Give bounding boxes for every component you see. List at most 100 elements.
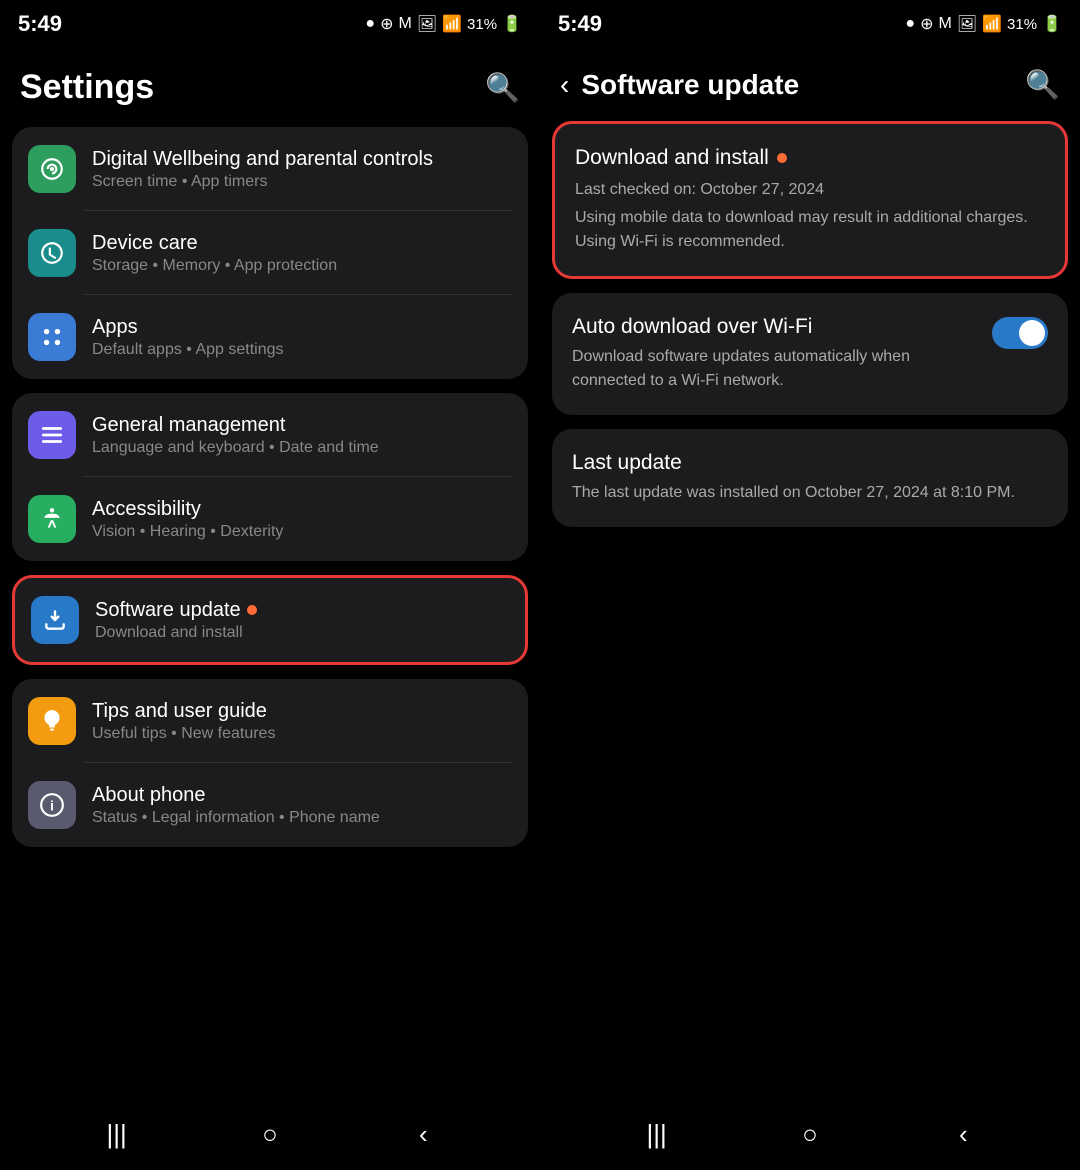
right-battery: 31% xyxy=(1007,16,1037,33)
accessibility-item[interactable]: Accessibility Vision • Hearing • Dexteri… xyxy=(12,477,528,561)
last-update-desc: The last update was installed on October… xyxy=(572,481,1048,505)
software-update-dot xyxy=(247,605,257,615)
settings-title: Settings xyxy=(20,68,154,107)
software-update-card[interactable]: Software update Download and install xyxy=(12,575,528,665)
settings-card-1: Digital Wellbeing and parental controls … xyxy=(12,127,528,379)
accessibility-text: Accessibility Vision • Hearing • Dexteri… xyxy=(92,498,512,541)
sim-icon: ● xyxy=(365,15,375,33)
tips-name: Tips and user guide xyxy=(92,700,512,723)
battery-icon: 🔋 xyxy=(502,14,522,34)
toggle-knob xyxy=(1019,320,1045,346)
left-back-btn[interactable]: ‹ xyxy=(398,1109,448,1159)
auto-download-text-block: Auto download over Wi-Fi Download softwa… xyxy=(572,315,980,393)
left-panel: Settings 🔍 Digital Wellbeing and parenta… xyxy=(0,48,540,1098)
digital-wellbeing-name: Digital Wellbeing and parental controls xyxy=(92,148,512,171)
accessibility-icon xyxy=(28,495,76,543)
about-phone-icon: i xyxy=(28,781,76,829)
tips-icon xyxy=(28,697,76,745)
download-install-desc1: Last checked on: October 27, 2024 xyxy=(575,178,1045,202)
apps-text: Apps Default apps • App settings xyxy=(92,316,512,359)
digital-wellbeing-icon xyxy=(28,145,76,193)
right-search-icon[interactable]: 🔍 xyxy=(1025,68,1060,101)
digital-wellbeing-text: Digital Wellbeing and parental controls … xyxy=(92,148,512,191)
general-management-sub: Language and keyboard • Date and time xyxy=(92,439,512,457)
software-update-text: Software update Download and install xyxy=(95,599,509,642)
right-img-icon: 🖼 xyxy=(957,14,977,34)
left-status-icons: ● ⊕ M 🖼 📶 31% 🔋 xyxy=(365,14,522,34)
accessibility-name: Accessibility xyxy=(92,498,512,521)
tips-text: Tips and user guide Useful tips • New fe… xyxy=(92,700,512,743)
right-time: 5:49 xyxy=(558,11,602,37)
digital-wellbeing-item[interactable]: Digital Wellbeing and parental controls … xyxy=(12,127,528,211)
left-time: 5:49 xyxy=(18,11,62,37)
svg-text:i: i xyxy=(50,797,54,813)
general-management-item[interactable]: General management Language and keyboard… xyxy=(12,393,528,477)
right-panel: ‹ Software update 🔍 Download and install… xyxy=(540,48,1080,1098)
auto-download-title: Auto download over Wi-Fi xyxy=(572,315,980,339)
auto-download-toggle[interactable] xyxy=(992,317,1048,349)
device-care-item[interactable]: Device care Storage • Memory • App prote… xyxy=(12,211,528,295)
auto-download-desc: Download software updates automatically … xyxy=(572,345,980,393)
right-home-btn[interactable]: ○ xyxy=(785,1109,835,1159)
apps-sub: Default apps • App settings xyxy=(92,341,512,359)
about-phone-name: About phone xyxy=(92,784,512,807)
device-care-text: Device care Storage • Memory • App prote… xyxy=(92,232,512,275)
right-wifi-icon: 📶 xyxy=(982,14,1002,34)
right-notif-icon: ⊕ xyxy=(920,14,933,34)
right-status-icons: ● ⊕ M 🖼 📶 31% 🔋 xyxy=(905,14,1062,34)
apps-name: Apps xyxy=(92,316,512,339)
device-care-sub: Storage • Memory • App protection xyxy=(92,257,512,275)
wifi-icon: 📶 xyxy=(442,14,462,34)
software-update-icon xyxy=(31,596,79,644)
main-content: Settings 🔍 Digital Wellbeing and parenta… xyxy=(0,48,1080,1098)
download-install-card[interactable]: Download and install Last checked on: Oc… xyxy=(552,121,1068,279)
notification-icon: ⊕ xyxy=(380,14,393,34)
settings-header: Settings 🔍 xyxy=(12,58,528,127)
accessibility-sub: Vision • Hearing • Dexterity xyxy=(92,523,512,541)
download-install-title: Download and install xyxy=(575,146,1045,170)
left-bottom-nav: ||| ○ ‹ xyxy=(0,1098,540,1170)
settings-card-2: General management Language and keyboard… xyxy=(12,393,528,561)
auto-download-header: Auto download over Wi-Fi Download softwa… xyxy=(572,315,1048,393)
software-update-item[interactable]: Software update Download and install xyxy=(15,578,525,662)
device-care-icon xyxy=(28,229,76,277)
right-battery-icon: 🔋 xyxy=(1042,14,1062,34)
status-bar: 5:49 ● ⊕ M 🖼 📶 31% 🔋 5:49 ● ⊕ M 🖼 📶 31% … xyxy=(0,0,1080,48)
settings-card-3: Tips and user guide Useful tips • New fe… xyxy=(12,679,528,847)
about-phone-item[interactable]: i About phone Status • Legal information… xyxy=(12,763,528,847)
right-mail-icon: M xyxy=(938,15,951,33)
mail-icon: M xyxy=(398,15,411,33)
software-update-sub: Download and install xyxy=(95,624,509,642)
about-phone-text: About phone Status • Legal information •… xyxy=(92,784,512,827)
right-status-bar: 5:49 ● ⊕ M 🖼 📶 31% 🔋 xyxy=(540,0,1080,48)
right-sim-icon: ● xyxy=(905,15,915,33)
left-recent-apps-btn[interactable]: ||| xyxy=(92,1109,142,1159)
right-back-btn[interactable]: ‹ xyxy=(938,1109,988,1159)
left-status-bar: 5:49 ● ⊕ M 🖼 📶 31% 🔋 xyxy=(0,0,540,48)
right-header: ‹ Software update 🔍 xyxy=(552,58,1068,121)
last-update-card: Last update The last update was installe… xyxy=(552,429,1068,527)
software-update-name: Software update xyxy=(95,599,509,622)
right-bottom-nav: ||| ○ ‹ xyxy=(540,1098,1080,1170)
auto-download-card[interactable]: Auto download over Wi-Fi Download softwa… xyxy=(552,293,1068,415)
last-update-title: Last update xyxy=(572,451,1048,475)
right-recent-apps-btn[interactable]: ||| xyxy=(632,1109,682,1159)
settings-search-icon[interactable]: 🔍 xyxy=(485,71,520,104)
left-battery: 31% xyxy=(467,16,497,33)
bottom-nav: ||| ○ ‹ ||| ○ ‹ xyxy=(0,1098,1080,1170)
left-home-btn[interactable]: ○ xyxy=(245,1109,295,1159)
device-care-name: Device care xyxy=(92,232,512,255)
download-install-dot xyxy=(777,153,787,163)
tips-sub: Useful tips • New features xyxy=(92,725,512,743)
back-button[interactable]: ‹ xyxy=(560,69,569,101)
digital-wellbeing-sub: Screen time • App timers xyxy=(92,173,512,191)
right-panel-title: Software update xyxy=(581,69,1025,101)
download-install-desc2: Using mobile data to download may result… xyxy=(575,206,1045,254)
general-management-text: General management Language and keyboard… xyxy=(92,414,512,457)
general-management-name: General management xyxy=(92,414,512,437)
apps-icon xyxy=(28,313,76,361)
apps-item[interactable]: Apps Default apps • App settings xyxy=(12,295,528,379)
tips-item[interactable]: Tips and user guide Useful tips • New fe… xyxy=(12,679,528,763)
about-phone-sub: Status • Legal information • Phone name xyxy=(92,809,512,827)
image-icon: 🖼 xyxy=(417,14,437,34)
